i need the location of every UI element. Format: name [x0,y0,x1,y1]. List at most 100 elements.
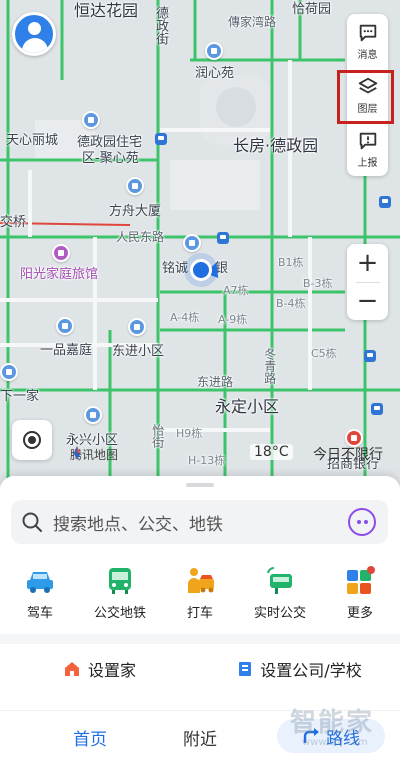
map-label-tianxinlicheng[interactable]: 天心丽城 [6,133,58,149]
more-grid-icon [347,566,375,594]
quick-taxi-button[interactable]: 打车 [160,566,240,626]
avatar-body [22,38,48,53]
map-label-yangguang[interactable]: 阳光家庭旅馆 [20,267,98,283]
quick-more-button[interactable]: 更多 [320,566,400,626]
quick-realtime-bus-label: 实时公交 [253,606,306,621]
map-label-a7: A7栋 [223,284,249,297]
zoom-in-button[interactable]: + [347,244,388,282]
map-label-dongjinxiaoqu[interactable]: 东进小区 [112,344,164,360]
tencent-map-logo: 腾讯地图 [70,446,118,463]
compass-icon [74,446,80,460]
set-company-button[interactable]: 设置公司/学校 [200,657,400,681]
map-label-a4: A-4栋 [170,311,200,324]
quick-drive-button[interactable]: 驾车 [0,566,80,626]
taxi-icon [188,568,214,593]
quick-taxi-label: 打车 [186,606,213,621]
company-icon [239,662,252,676]
map-label-a9: A-9栋 [218,313,248,326]
messages-label: 消息 [357,49,378,61]
watermark-url: www.znj.com [302,737,368,748]
quick-transit-button[interactable]: 公交地铁 [80,566,160,626]
map-label-b3: B-3栋 [303,277,333,290]
bus-icon [109,568,131,594]
search-icon [22,512,42,532]
map-label-runxinyuan[interactable]: 润心苑 [195,66,234,82]
realtime-bus-icon [267,567,292,594]
voice-assistant-button[interactable] [348,508,376,536]
quick-more-label: 更多 [346,606,373,621]
set-home-button[interactable]: 设置家 [0,657,200,681]
avatar-head [28,22,41,35]
map-label-dongqinglu: 冬青路 [262,348,277,384]
car-icon [27,572,53,593]
voice-dot [356,520,361,524]
poi-dongjin-icon[interactable] [128,318,146,336]
map-label-dezhengyuan-b[interactable]: 区-聚心苑 [82,151,139,167]
map-label-renminlu: 人民东路 [116,230,165,244]
report-label: 上报 [357,157,378,169]
bus-stop-icon[interactable] [217,232,229,244]
locate-me-button[interactable] [12,420,52,460]
set-company-label: 设置公司/学校 [260,661,362,680]
map-label-c5: C5栋 [311,347,337,360]
map-label-huajie: 怡街 [150,424,165,448]
zoom-control: + − [347,244,388,320]
bus-stop-icon[interactable] [155,133,167,145]
poi-fangzhou-icon[interactable] [126,177,144,195]
report-button[interactable]: 上报 [347,122,388,176]
bus-stop-icon[interactable] [379,196,391,208]
poi-runxinyuan-icon[interactable] [205,42,223,60]
bus-stop-icon[interactable] [371,403,383,415]
quick-actions: 驾车 公交地铁 打车 实时公交 更多 [0,566,400,626]
map-label-jiaoqiao: 交桥 [0,215,27,230]
locate-target-icon [23,431,41,449]
weather-temperature[interactable]: 18°C [250,444,293,460]
map-label-h9: H9栋 [176,427,203,440]
watermark: 智能家 [290,708,375,738]
report-icon [359,132,376,149]
map-label-dezhengjie: 德政街 [152,6,168,45]
section-divider [0,634,400,644]
quick-realtime-bus-button[interactable]: 实时公交 [240,566,320,626]
my-location-dot [190,259,212,281]
poi-dezhengyuan-icon[interactable] [82,111,100,129]
poi-yongxing-icon[interactable] [84,406,102,424]
drag-handle[interactable] [186,483,214,487]
map-label-h13: H-13栋 [188,454,226,467]
tab-nearby[interactable]: 附近 [183,725,217,750]
quick-drive-label: 驾车 [26,606,53,621]
message-bubble-icon [359,24,376,41]
bus-stop-icon[interactable] [364,350,376,362]
map-label-b4: B-4栋 [276,297,306,310]
map-label-xiayijia[interactable]: 下一家 [0,389,39,405]
map-label-yipinjiating[interactable]: 一品嘉庭 [40,343,92,359]
poi-hotel-icon[interactable] [52,244,70,262]
tab-home[interactable]: 首页 [73,725,107,750]
quick-transit-label: 公交地铁 [93,606,146,621]
map-label-chuanjiawanlu: 傳家湾路 [228,15,277,29]
map-label-mingcheng[interactable]: 铭诚 [162,261,188,277]
poi-xiayijia-icon[interactable] [0,363,18,381]
shortcut-row: 设置家 设置公司/学校 [0,646,400,692]
map-label-hengdahuayuan: 恒达花园 [74,1,139,20]
map-label-changfang: 长房·德政园 [233,136,319,155]
traffic-restriction[interactable]: 今日不限行 [313,444,383,464]
map-label-b1: B1栋 [278,256,304,269]
map-label-yongdingxiaoqu: 永定小区 [215,397,280,416]
traffic-restriction-text: 今日不限行 [313,447,383,463]
home-icon [64,662,79,676]
poi-yipin-icon[interactable] [56,317,74,335]
map-label-dezhengyuan-a[interactable]: 德政园住宅 [77,135,142,151]
map-label-dongjinlu: 东进路 [197,375,234,389]
set-home-label: 设置家 [87,661,136,680]
voice-dot [363,520,368,524]
map-label-qiahe: 恰荷园 [292,2,332,17]
messages-button[interactable]: 消息 [347,14,388,68]
search-input[interactable]: 搜索地点、公交、地铁 [53,510,348,535]
zoom-out-button[interactable]: − [347,283,388,321]
map-label-fangzhoudasha[interactable]: 方舟大厦 [109,204,161,220]
poi-mingcheng-icon[interactable] [183,234,201,252]
search-bar[interactable]: 搜索地点、公交、地铁 [11,500,388,544]
avatar[interactable] [12,12,56,56]
layers-highlight-box [337,70,394,124]
